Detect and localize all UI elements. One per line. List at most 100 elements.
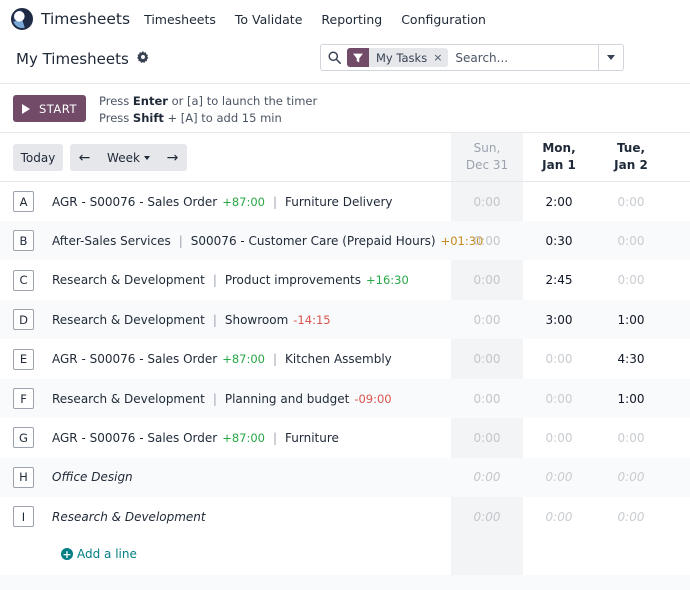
period-navigation: ← Week → — [70, 144, 187, 171]
day-header-tue: Tue, Jan 2 — [614, 141, 648, 172]
row-hotkey[interactable]: E — [13, 348, 34, 370]
time-cell[interactable]: 0:00 — [595, 418, 667, 457]
table-row: H Office Design 0:00 0:00 0:00 — [0, 457, 690, 497]
row-hotkey[interactable]: G — [13, 427, 34, 449]
nav-item-configuration[interactable]: Configuration — [401, 12, 486, 27]
row-task-delta: -14:15 — [293, 312, 331, 327]
time-cell[interactable]: 0:00 — [451, 379, 523, 418]
start-timer-button[interactable]: START — [13, 95, 86, 122]
row-project-delta: +87:00 — [222, 352, 265, 367]
app-brand[interactable]: Timesheets — [41, 10, 130, 28]
row-project: Research & Development — [52, 312, 205, 327]
row-task: Kitchen Assembly — [285, 352, 392, 367]
time-cell[interactable]: 0:00 — [595, 182, 667, 221]
table-row: B After-Sales Services | S00076 - Customer … — [0, 221, 690, 261]
row-separator: | — [272, 352, 278, 367]
play-icon — [22, 103, 30, 114]
row-label: Research & Development | Showroom -14:15 — [52, 300, 331, 339]
time-cell[interactable]: 1:00 — [595, 300, 667, 339]
time-cell[interactable]: 0:00 — [451, 458, 523, 497]
nav-item-reporting[interactable]: Reporting — [321, 12, 382, 27]
time-cell[interactable]: 0:00 — [451, 300, 523, 339]
row-label: Research & Development — [52, 497, 206, 536]
today-button[interactable]: Today — [13, 144, 63, 171]
search-options-toggle[interactable] — [599, 44, 624, 71]
range-dropdown[interactable]: Week — [99, 151, 158, 165]
arrow-left-icon[interactable]: ← — [70, 150, 99, 166]
row-task: Showroom — [224, 312, 289, 327]
row-task-delta: -09:00 — [354, 391, 392, 406]
row-project: AGR - S00076 - Sales Order — [52, 430, 218, 445]
time-cell[interactable]: 0:00 — [595, 458, 667, 497]
row-label: Office Design — [52, 458, 133, 497]
row-hotkey[interactable]: B — [13, 230, 34, 252]
page-title-text: My Timesheets — [16, 50, 129, 68]
row-project: AGR - S00076 - Sales Order — [52, 352, 218, 367]
row-project: Research & Development — [52, 391, 205, 406]
table-row: G AGR - S00076 - Sales Order +87:00 | Furnit… — [0, 418, 690, 457]
search-icon[interactable] — [321, 51, 347, 64]
row-task: Furniture — [285, 430, 339, 445]
row-task: Product improvements — [224, 273, 362, 288]
row-label: AGR - S00076 - Sales Order +87:00 | Furnitu… — [52, 418, 339, 457]
row-label: Research & Development | Planning and budg… — [52, 379, 392, 418]
row-hotkey[interactable]: A — [13, 191, 34, 212]
close-icon[interactable]: × — [433, 51, 448, 64]
row-project: Research & Development — [52, 273, 205, 288]
filter-icon — [347, 48, 369, 67]
plus-circle-icon: + — [61, 547, 73, 561]
range-label: Week — [107, 150, 140, 165]
time-cell[interactable]: 0:00 — [451, 261, 523, 300]
filter-facet: My Tasks × — [347, 48, 449, 67]
table-row: D Research & Development | Showroom -14:15 0:… — [0, 300, 690, 340]
page-title: My Timesheets — [16, 50, 149, 68]
row-hotkey[interactable]: F — [13, 388, 34, 409]
app-logo-icon[interactable] — [11, 8, 33, 30]
time-cell[interactable]: 0:00 — [523, 379, 595, 418]
time-cell[interactable]: 0:00 — [523, 418, 595, 457]
row-task-delta: +16:30 — [366, 273, 409, 288]
control-panel: My Timesheets My Tasks × — [0, 38, 690, 84]
row-project: After-Sales Services — [52, 233, 171, 248]
time-cell[interactable]: 0:00 — [523, 340, 595, 379]
time-cell[interactable]: 0:00 — [595, 261, 667, 300]
row-hotkey[interactable]: C — [13, 269, 34, 291]
nav-item-timesheets[interactable]: Timesheets — [144, 12, 216, 27]
row-separator: | — [272, 430, 278, 445]
search-box[interactable]: My Tasks × — [320, 44, 599, 71]
row-separator: | — [272, 194, 278, 209]
add-line-button[interactable]: + Add a line — [61, 547, 137, 561]
time-cell[interactable]: 0:00 — [451, 221, 523, 260]
gear-icon[interactable] — [136, 51, 149, 67]
row-project-delta: +87:00 — [222, 430, 265, 445]
table-row: F Research & Development | Planning and bud… — [0, 379, 690, 418]
time-cell[interactable]: 0:00 — [595, 221, 667, 260]
time-cell[interactable]: 2:00 — [523, 182, 595, 221]
time-cell[interactable]: 2:45 — [523, 261, 595, 300]
row-project: Office Design — [52, 470, 133, 485]
row-hotkey[interactable]: I — [13, 506, 34, 528]
row-separator: | — [212, 273, 217, 288]
time-cell[interactable]: 0:00 — [451, 182, 523, 221]
table-row: C Research & Development | Product improvem… — [0, 261, 690, 300]
time-cell[interactable]: 0:00 — [451, 497, 523, 536]
time-cell[interactable]: 4:30 — [595, 340, 667, 379]
search-input[interactable] — [455, 50, 596, 65]
caret-down-icon — [607, 55, 615, 60]
time-cell[interactable]: 0:00 — [595, 497, 667, 536]
row-project: Research & Development — [52, 509, 206, 524]
timer-bar: START Press Enter or [a] to launch the t… — [0, 84, 690, 132]
time-cell[interactable]: 0:00 — [523, 458, 595, 497]
time-cell[interactable]: 0:30 — [523, 221, 595, 260]
time-cell[interactable]: 0:00 — [523, 497, 595, 536]
table-row: I Research & Development 0:00 0:00 0:00 — [0, 497, 690, 536]
nav-item-to-validate[interactable]: To Validate — [235, 12, 303, 27]
arrow-right-icon[interactable]: → — [158, 150, 187, 166]
row-hotkey[interactable]: D — [13, 309, 34, 331]
time-cell[interactable]: 1:00 — [595, 379, 667, 418]
time-cell[interactable]: 0:00 — [451, 418, 523, 457]
time-cell[interactable]: 0:00 — [451, 340, 523, 379]
row-project-delta: +87:00 — [222, 194, 265, 209]
time-cell[interactable]: 3:00 — [523, 300, 595, 339]
row-hotkey[interactable]: H — [13, 466, 34, 488]
